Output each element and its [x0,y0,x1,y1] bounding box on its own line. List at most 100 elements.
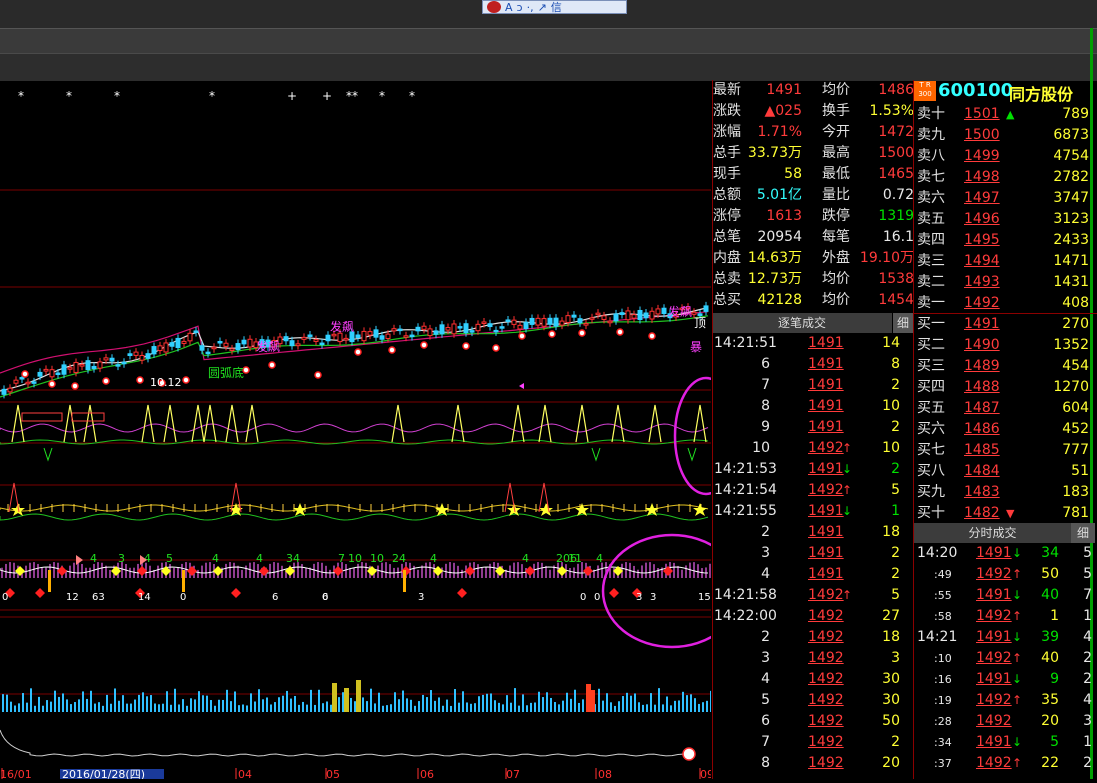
penguin-icon[interactable] [487,1,501,13]
bid-row[interactable]: 买六 1486 452 [914,419,1097,440]
candle [703,305,709,312]
level-price[interactable]: 1499 [964,146,1000,167]
volume-bar [370,688,372,712]
candle [163,342,169,353]
ask-row[interactable]: 卖五 1496 3123 [914,209,1097,230]
up-arrow-icon: ↑ [1012,609,1023,623]
level-price[interactable]: 1496 [964,209,1000,230]
trades-detail-button[interactable]: 细 [893,313,913,333]
x-axis-label: 08 [598,768,612,779]
minute-count: 4 [1083,629,1092,645]
toolbar-item-info[interactable]: 信 [551,0,562,15]
level-price[interactable]: 1488 [964,377,1000,398]
level-price[interactable]: 1483 [964,482,1000,503]
signal-dot [268,361,276,369]
level-price[interactable]: 1489 [964,356,1000,377]
volume-bar [410,699,412,712]
volume-bar [46,700,48,712]
level-label: 买五 [917,400,945,416]
up-arrow-icon: ↑ [842,483,853,497]
level-label: 买二 [917,337,945,353]
bid-row[interactable]: 买八 1484 51 [914,461,1097,482]
trade-row: 8 1492 20 [712,753,912,774]
trade-volume: 5 [891,587,900,603]
volume-bar [682,691,684,712]
ask-row[interactable]: 卖七 1498 2782 [914,167,1097,188]
volume-bar [526,705,528,712]
level-price[interactable]: 1486 [964,419,1000,440]
minute-detail-button[interactable]: 细 [1071,523,1095,543]
candle [529,317,535,325]
volume-bar [534,702,536,712]
ask-row[interactable]: 卖八 1499 4754 [914,146,1097,167]
bid-row[interactable]: 买二 1490 1352 [914,335,1097,356]
minute-volume: 9 [1050,671,1059,687]
bid-row[interactable]: 买九 1483 183 [914,482,1097,503]
volume-bar [206,695,208,712]
minute-price: 1491 [976,587,1012,603]
star-icon [539,503,553,516]
volume-bar [710,690,712,712]
level-price[interactable]: 1482 [964,503,1000,524]
candle [295,343,301,347]
volume-bar [494,700,496,712]
level-price[interactable]: 1493 [964,272,1000,293]
candle [55,372,61,376]
ask-row[interactable]: 卖二 1493 1431 [914,272,1097,293]
bid-row[interactable]: 买十 1482 ▼ 781 [914,503,1097,524]
level-price[interactable]: 1494 [964,251,1000,272]
strip-bottom-number: 0 [322,592,328,603]
candle [481,321,487,324]
volume-bar [474,703,476,712]
volume-bar [330,704,332,712]
toolbar-item-undo[interactable]: ↄ [517,1,523,14]
minute-row: :55 1491 ↓ 40 7 [914,585,1094,606]
level-price[interactable]: 1490 [964,335,1000,356]
trade-price: 1492 [808,587,844,603]
volume-bar [126,703,128,712]
trade-row: 7 1492 2 [712,732,912,753]
level-price[interactable]: 1498 [964,167,1000,188]
level-price[interactable]: 1497 [964,188,1000,209]
level-price[interactable]: 1491 [964,314,1000,335]
ask-row[interactable]: 卖六 1497 3747 [914,188,1097,209]
chart-area[interactable]: * * * * + + ** * * 发飙 发飙 发飙 圆弧底 10.12 暴顶 4 3 4 5 4 4 3 4 7 10 10 2… [0,80,743,781]
strip-bottom-number: 63 [92,592,105,603]
ask-row[interactable]: 卖四 1495 2433 [914,230,1097,251]
ask-row[interactable]: 卖九 1500 6873 [914,125,1097,146]
stat-label: 涨停 [713,208,741,224]
level-price[interactable]: 1492 [964,293,1000,314]
bid-row[interactable]: 买四 1488 1270 [914,377,1097,398]
volume-bar [706,700,708,712]
trades-panel-title[interactable]: 逐笔成交 [712,313,892,333]
level-price[interactable]: 1501 [964,104,1000,125]
trade-row: 14:21:51 1491 14 [712,333,912,354]
bid-row[interactable]: 买三 1489 454 [914,356,1097,377]
kline-chart[interactable]: * * * * + + ** * *发飙发飙发飙圆弧底10.12暴顶4 3 4 5 4 4 3 4 7 10 10 2… [0,80,743,781]
volume-bar [498,702,500,712]
volume-bar [62,693,64,712]
bid-row[interactable]: 买一 1491 270 [914,314,1097,335]
toolbar-item-a[interactable]: A [505,1,513,14]
candle [541,318,547,327]
bid-row[interactable]: 买五 1487 604 [914,398,1097,419]
level-price[interactable]: 1500 [964,125,1000,146]
trade-price: 1492 [808,692,844,708]
toolbar-item-arrow[interactable]: ↗ [538,1,547,14]
bid-row[interactable]: 买七 1485 777 [914,440,1097,461]
toolbar-item-dots[interactable]: ·, [527,1,534,14]
level-price[interactable]: 1485 [964,440,1000,461]
floating-toolbar[interactable]: A ↄ ·, ↗ 信 [482,0,627,14]
level-price[interactable]: 1484 [964,461,1000,482]
level-price[interactable]: 1487 [964,398,1000,419]
minute-time: :28 [934,715,952,728]
level-price[interactable]: 1495 [964,230,1000,251]
ask-row[interactable]: 卖一 1492 408 [914,293,1097,314]
volume-bar [618,701,620,712]
stat-label: 总额 [713,187,741,203]
minute-panel-title[interactable]: 分时成交 [914,523,1071,543]
ask-row[interactable]: 卖三 1494 1471 [914,251,1097,272]
date-mark-label: 10.12 [150,376,182,389]
level-volume: 2433 [1053,232,1089,248]
ask-row[interactable]: 卖十 1501 ▲ 789 [914,104,1097,125]
